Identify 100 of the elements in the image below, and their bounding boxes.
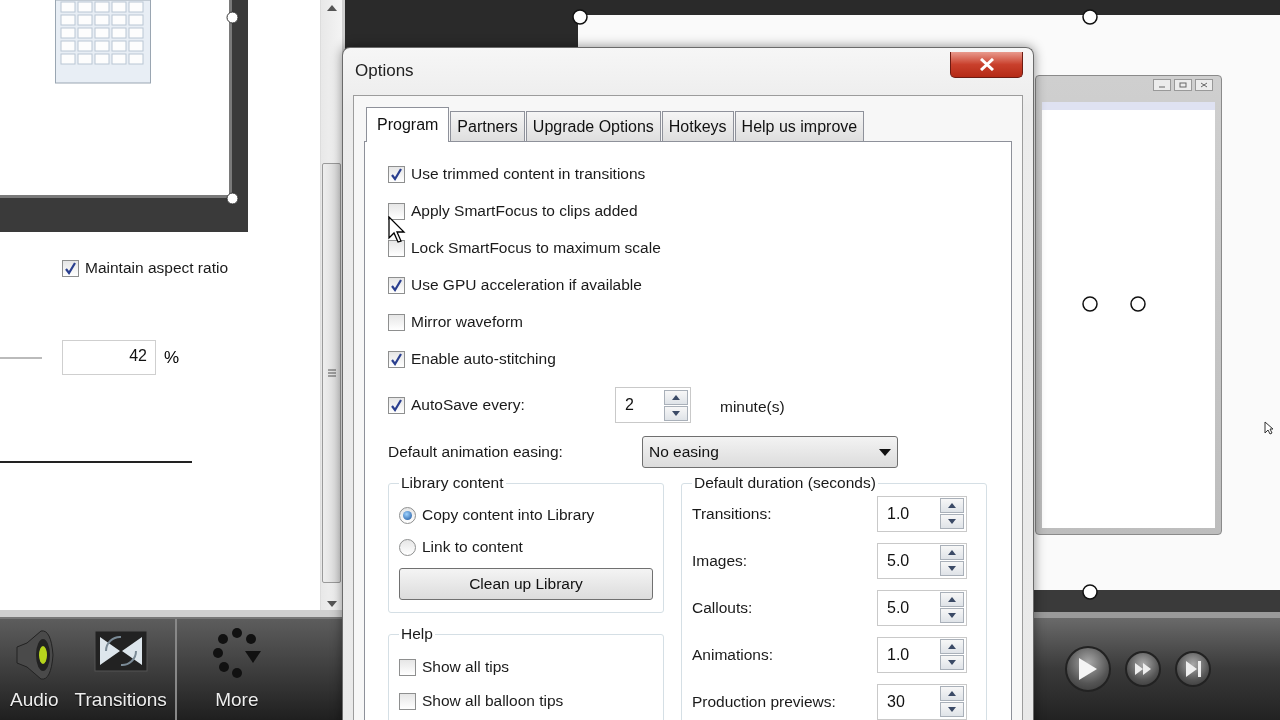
scroll-up-icon <box>326 5 337 11</box>
number-field[interactable]: 5.0 <box>877 589 967 626</box>
play-button[interactable] <box>1065 646 1111 692</box>
option-label: Link to content <box>422 538 523 556</box>
field-label: Animations: <box>692 645 773 664</box>
down-arrow-icon <box>948 519 956 524</box>
spin-up-button[interactable] <box>940 686 964 701</box>
group-title: Help <box>400 625 434 643</box>
scroll-down-icon <box>326 601 337 607</box>
option-label: Enable auto-stitching <box>411 350 556 368</box>
down-arrow-icon <box>672 410 680 416</box>
toolbar-button[interactable]: Transitions <box>72 623 169 715</box>
fast-forward-button[interactable] <box>1125 651 1161 687</box>
grip-icon <box>327 369 336 377</box>
option-label: Apply SmartFocus to clips added <box>411 202 638 220</box>
play-icon <box>1079 658 1097 680</box>
resize-handle[interactable] <box>1082 9 1098 25</box>
scale-field[interactable]: 42 <box>62 340 156 375</box>
option-label: Copy content into Library <box>422 506 595 524</box>
spin-down-button[interactable] <box>664 405 688 421</box>
clean-up-button[interactable]: Clean up Library <box>399 568 653 600</box>
up-arrow-icon <box>948 503 956 508</box>
option-label: Show all balloon tips <box>422 692 564 710</box>
tab[interactable]: Partners <box>450 111 525 141</box>
checkbox[interactable] <box>388 396 405 414</box>
up-arrow-icon <box>672 394 680 400</box>
number-field[interactable]: 2 <box>615 387 691 423</box>
resize-handle[interactable] <box>1082 584 1098 600</box>
field-label: Default animation easing: <box>388 443 564 461</box>
skip-to-end-button[interactable] <box>1175 651 1211 687</box>
number-field[interactable]: 1.0 <box>877 636 967 673</box>
field-label: Transitions: <box>692 504 772 523</box>
more-icon <box>210 627 263 679</box>
spin-down-button[interactable] <box>940 514 964 529</box>
spin-down-button[interactable] <box>940 608 964 623</box>
checkbox[interactable] <box>388 202 405 220</box>
option-label: Use GPU acceleration if available <box>411 276 642 294</box>
number-field[interactable]: 5.0 <box>877 542 967 579</box>
spin-up-button[interactable] <box>940 498 964 513</box>
checkbox[interactable] <box>388 313 405 331</box>
checkbox[interactable] <box>388 165 405 183</box>
checkbox[interactable] <box>399 692 416 710</box>
tab[interactable]: Help us improve <box>734 111 865 141</box>
checkbox[interactable] <box>388 239 405 257</box>
spin-up-button[interactable] <box>940 592 964 607</box>
number-field[interactable]: 30 <box>877 683 967 720</box>
down-arrow-icon <box>948 613 956 618</box>
option-label: Use trimmed content in transitions <box>411 165 646 183</box>
down-arrow-icon <box>948 660 956 665</box>
tab[interactable]: Hotkeys <box>661 111 734 141</box>
unit-label: minute(s) <box>720 398 785 416</box>
number-field[interactable]: 1.0 <box>877 495 967 532</box>
spin-down-button[interactable] <box>940 702 964 717</box>
spin-up-button[interactable] <box>664 389 688 405</box>
group-title: Default duration (seconds) <box>693 474 877 492</box>
spin-down-button[interactable] <box>940 561 964 576</box>
close-icon <box>1200 82 1208 88</box>
option-label: Lock SmartFocus to maximum scale <box>411 239 661 257</box>
spin-up-button[interactable] <box>940 545 964 560</box>
checkbox[interactable] <box>388 276 405 294</box>
tab[interactable]: Program <box>366 107 450 142</box>
option-label: Maintain aspect ratio <box>85 259 229 277</box>
radio-button[interactable] <box>399 506 416 524</box>
window-close-button[interactable] <box>1195 79 1213 91</box>
fast-forward-icon <box>1135 663 1151 675</box>
close-button[interactable] <box>950 52 1023 78</box>
resize-handle[interactable] <box>226 11 239 24</box>
resize-handle[interactable] <box>1082 296 1098 312</box>
up-arrow-icon <box>948 644 956 649</box>
checkbox[interactable] <box>62 259 79 277</box>
option-label: Mirror waveform <box>411 313 523 331</box>
close-icon <box>979 58 994 71</box>
resize-handle[interactable] <box>572 9 588 25</box>
mouse-cursor-icon <box>388 216 406 244</box>
group-title: Library content <box>400 474 505 492</box>
checkbox[interactable] <box>388 350 405 368</box>
resize-handle[interactable] <box>1130 296 1146 312</box>
dropdown-arrow-icon <box>879 448 891 456</box>
field-label: Production previews: <box>692 692 836 711</box>
dropdown[interactable]: No easing <box>642 436 898 468</box>
option-label: Show all tips <box>422 658 509 676</box>
spin-down-button[interactable] <box>940 655 964 670</box>
radio-button[interactable] <box>399 538 416 556</box>
maximize-icon <box>1179 82 1187 88</box>
up-arrow-icon <box>948 550 956 555</box>
scrollbar[interactable] <box>320 0 342 610</box>
checkbox[interactable] <box>399 658 416 676</box>
tab[interactable]: Upgrade Options <box>525 111 661 141</box>
resize-handle[interactable] <box>226 192 239 205</box>
mouse-cursor-icon <box>1264 421 1274 435</box>
toolbar-button[interactable]: Audio <box>8 623 61 715</box>
down-arrow-icon <box>948 566 956 571</box>
field-label: Images: <box>692 551 748 570</box>
toolbar-button[interactable]: More <box>208 623 265 715</box>
down-arrow-icon <box>948 707 956 712</box>
dialog-title: Options <box>355 61 414 81</box>
spin-up-button[interactable] <box>940 639 964 654</box>
unit-label: % <box>164 347 180 368</box>
option-label: AutoSave every: <box>411 396 525 414</box>
up-arrow-icon <box>948 597 956 602</box>
